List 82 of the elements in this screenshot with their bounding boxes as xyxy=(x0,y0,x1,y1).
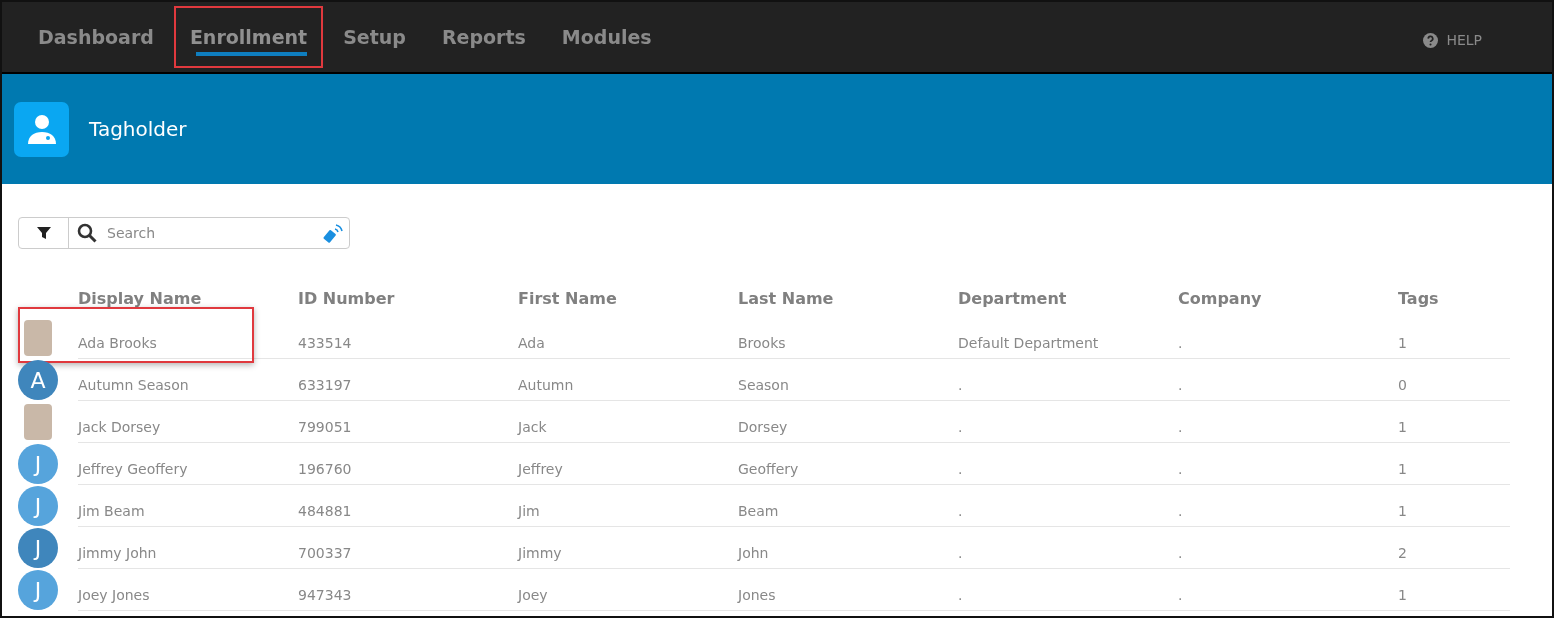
column-header: Tags xyxy=(1398,288,1440,310)
table-cell-text: 1 xyxy=(1398,334,1408,353)
table-cell-text: Autumn xyxy=(518,376,575,395)
table-cell-text: 1 xyxy=(1398,418,1408,437)
table-cell-text: 633197 xyxy=(298,376,353,395)
column-header: Display Name xyxy=(78,288,203,310)
table-cell-text: 947343 xyxy=(298,586,353,605)
table-cell-text: . xyxy=(958,544,964,563)
avatar: J xyxy=(18,528,58,568)
table-cell-text: . xyxy=(1178,586,1184,605)
page-title: Tagholder xyxy=(89,116,187,143)
nav-tab[interactable]: Dashboard xyxy=(22,6,170,68)
table-cell-text: Jimmy xyxy=(518,544,563,563)
table-cell-text: 799051 xyxy=(298,418,353,437)
table-cell-text: . xyxy=(1178,418,1184,437)
table-cell-text: Brooks xyxy=(738,334,787,353)
table-cell-text: 196760 xyxy=(298,460,353,479)
table-cell-text: Autumn Season xyxy=(78,376,190,395)
table-cell-text: Dorsey xyxy=(738,418,789,437)
table-cell-text: 700337 xyxy=(298,544,353,563)
table-cell-text: Jim xyxy=(518,502,541,521)
table-cell-text: 1 xyxy=(1398,502,1408,521)
table-cell-text: Jones xyxy=(738,586,777,605)
column-header: ID Number xyxy=(298,288,396,310)
table-cell-text: 433514 xyxy=(298,334,353,353)
table-row[interactable]: J Joey Jones 947343 Joey Jones . . 1 xyxy=(18,569,1552,611)
table-cell-text: 484881 xyxy=(298,502,353,521)
photo-placeholder xyxy=(24,320,52,356)
nav-tab[interactable]: Setup xyxy=(327,6,422,68)
column-header: Last Name xyxy=(738,288,835,310)
table-cell-text: Jeffrey xyxy=(518,460,564,479)
table-row[interactable]: J Jim Beam 484881 Jim Beam . . 1 xyxy=(18,485,1552,527)
filter-icon xyxy=(35,225,52,241)
help-link[interactable]: HELP xyxy=(1446,30,1482,51)
table-cell-text: . xyxy=(1178,460,1184,479)
table-cell-text: . xyxy=(1178,544,1184,563)
table-cell-text: Jack xyxy=(518,418,548,437)
nav-tab[interactable]: Enrollment xyxy=(173,6,324,68)
table-cell-text: . xyxy=(958,586,964,605)
column-header: Department xyxy=(958,288,1068,310)
table-cell-text: 2 xyxy=(1398,544,1408,563)
table-cell-text: Joey Jones xyxy=(78,586,151,605)
nav-tab[interactable]: Modules xyxy=(545,6,668,68)
table-cell-text: Beam xyxy=(738,502,780,521)
avatar: J xyxy=(18,444,58,484)
table-row[interactable]: A Autumn Season 633197 Autumn Season . . 0 xyxy=(18,359,1552,401)
help-icon[interactable] xyxy=(1423,33,1439,48)
table-cell-text: Ada Brooks xyxy=(78,334,158,353)
table-cell-text: Default Department xyxy=(958,334,1100,353)
table-row[interactable]: J Jeffrey Geoffery 196760 Jeffrey Geoffery . . 1 xyxy=(18,443,1552,485)
table-cell-text: 0 xyxy=(1398,376,1408,395)
table-cell-text: Ada xyxy=(518,334,546,353)
column-header: First Name xyxy=(518,288,618,310)
avatar: J xyxy=(18,486,58,526)
table-cell-text: . xyxy=(1178,502,1184,521)
search-bar[interactable]: Search xyxy=(18,217,350,249)
table-row[interactable]: Jack Dorsey 799051 Jack Dorsey . . 1 xyxy=(18,401,1552,443)
table-cell-text: Geoffery xyxy=(738,460,800,479)
table-cell-text: . xyxy=(958,460,964,479)
column-header: Company xyxy=(1178,288,1263,310)
table-cell-text: . xyxy=(1178,334,1184,353)
nav-tab[interactable]: Reports xyxy=(425,6,542,68)
table-cell-text: John xyxy=(738,544,770,563)
table-cell-text: 1 xyxy=(1398,460,1408,479)
table-cell-text: Jeffrey Geoffery xyxy=(78,460,189,479)
search-icon xyxy=(77,223,97,243)
tag-reader-icon[interactable] xyxy=(323,222,345,244)
table-cell-text: . xyxy=(958,418,964,437)
person-icon xyxy=(14,101,69,157)
avatar: J xyxy=(18,570,58,610)
table-cell-text: Jimmy John xyxy=(78,544,158,563)
table-cell-text: 1 xyxy=(1398,586,1408,605)
table-cell-text: Jack Dorsey xyxy=(78,418,162,437)
table-cell-text: Season xyxy=(738,376,790,395)
photo-placeholder xyxy=(24,404,52,440)
table-cell-text: Jim Beam xyxy=(78,502,146,521)
avatar: A xyxy=(18,360,58,400)
table-row[interactable]: J Jimmy John 700337 Jimmy John . . 2 xyxy=(18,527,1552,569)
table-cell-text: . xyxy=(958,502,964,521)
table-cell-text: . xyxy=(1178,376,1184,395)
table-cell-text: Joey xyxy=(518,586,549,605)
table-cell-text: . xyxy=(958,376,964,395)
